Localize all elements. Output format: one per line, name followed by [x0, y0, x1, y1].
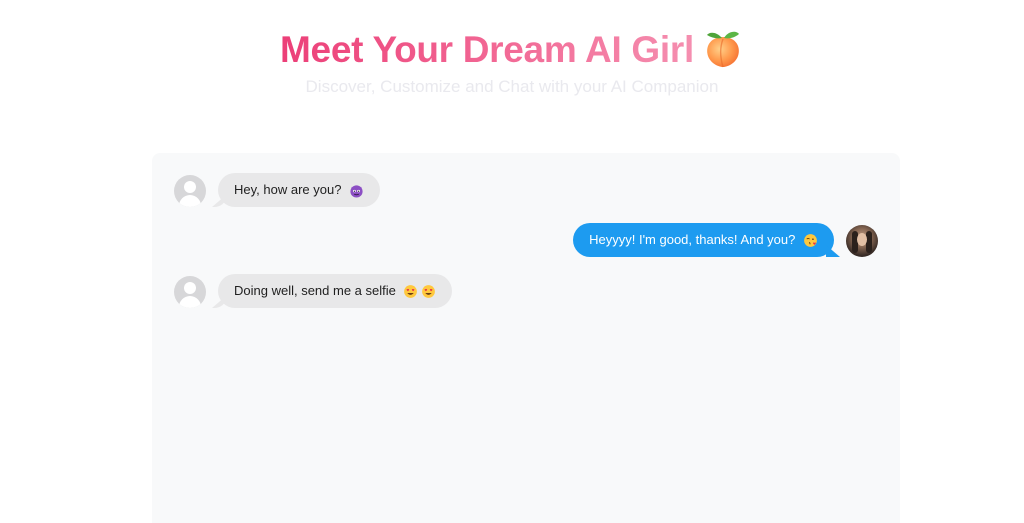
- heart-eyes-emoji: [404, 285, 418, 298]
- message-text: Heyyyy! I'm good, thanks! And you?: [589, 232, 796, 247]
- default-user-avatar: [174, 276, 206, 308]
- chat-panel: Hey, how are you? Heyyyy! I'm good, than…: [152, 153, 900, 523]
- purple-devil-face-emoji: [350, 185, 363, 198]
- user-photo-avatar: [846, 225, 878, 257]
- hero-subtitle: Discover, Customize and Chat with your A…: [305, 77, 719, 96]
- incoming-message-bubble: Doing well, send me a selfie: [218, 274, 453, 308]
- incoming-message-bubble: Hey, how are you?: [218, 173, 381, 207]
- default-user-avatar: [174, 175, 206, 207]
- chat-message-row: Heyyyy! I'm good, thanks! And you?: [573, 223, 878, 257]
- message-text: Doing well, send me a selfie: [234, 283, 396, 298]
- hero-title-text: Meet Your Dream AI Girl: [280, 29, 694, 70]
- peach-icon: [706, 32, 739, 68]
- chat-message-row: Hey, how are you?: [174, 173, 381, 207]
- face-blowing-kiss-emoji: [804, 234, 817, 247]
- hero-title: Meet Your Dream AI Girl: [0, 26, 1024, 74]
- outgoing-message-bubble: Heyyyy! I'm good, thanks! And you?: [573, 223, 834, 257]
- landing-page: Meet Your Dream AI Girl Discover, Custom…: [0, 0, 1024, 523]
- heart-eyes-emoji: [422, 285, 436, 298]
- chat-message-row: Doing well, send me a selfie: [174, 274, 453, 308]
- message-text: Hey, how are you?: [234, 182, 342, 197]
